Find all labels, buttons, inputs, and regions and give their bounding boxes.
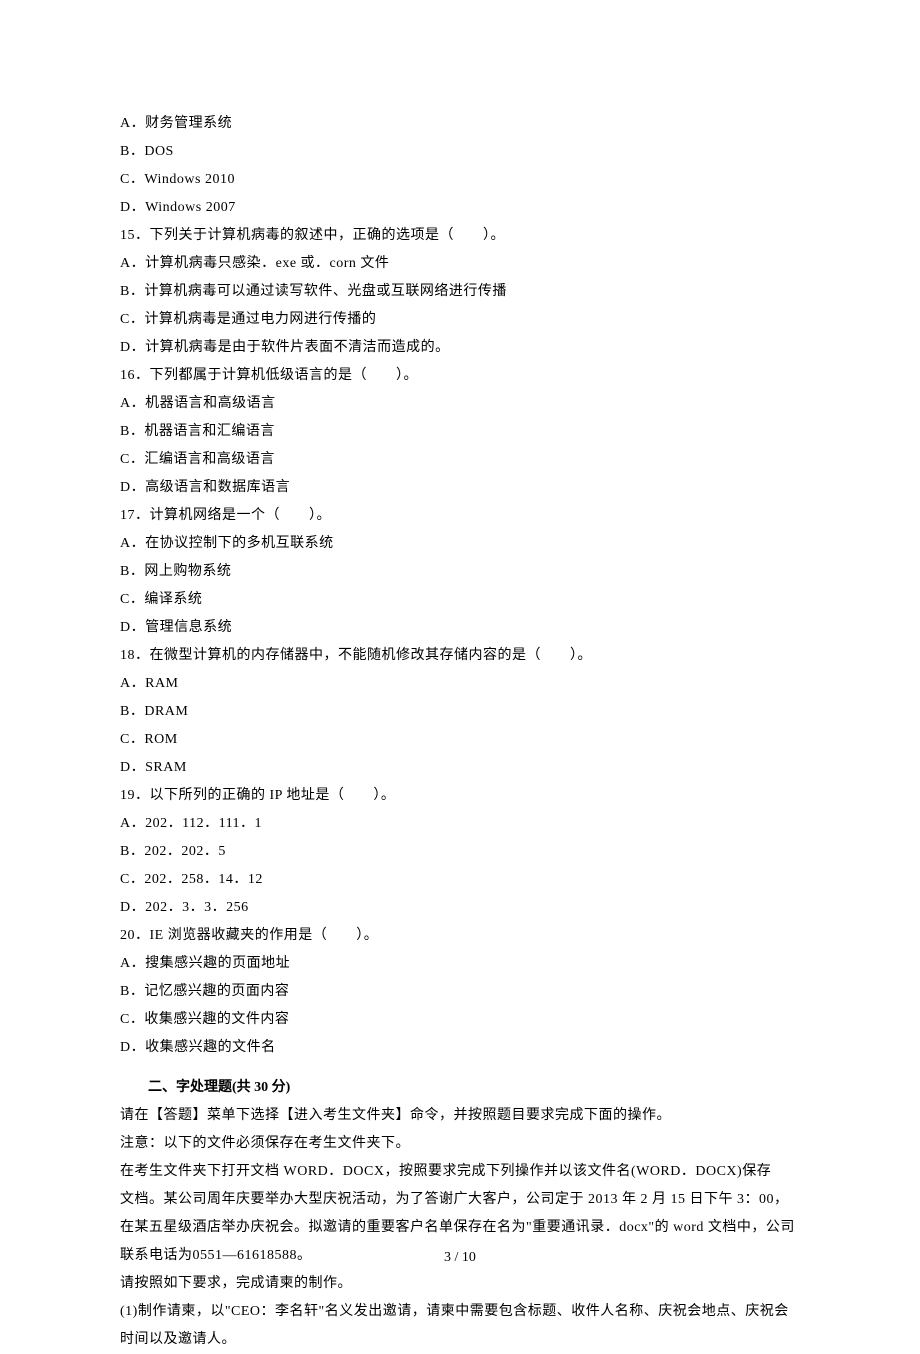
paragraph-line: 注意：以下的文件必须保存在考生文件夹下。 — [120, 1130, 800, 1158]
body-line: A．计算机病毒只感染．exe 或．corn 文件 — [120, 250, 800, 278]
body-line: D．Windows 2007 — [120, 194, 800, 222]
body-line: 19．以下所列的正确的 IP 地址是（ ）。 — [120, 782, 800, 810]
body-line: D．202．3．3．256 — [120, 894, 800, 922]
body-line: A．202．112．111．1 — [120, 810, 800, 838]
body-line: B．DOS — [120, 138, 800, 166]
body-line: D．计算机病毒是由于软件片表面不清洁而造成的。 — [120, 334, 800, 362]
body-line: C．汇编语言和高级语言 — [120, 446, 800, 474]
paragraph-line: 请按照如下要求，完成请柬的制作。 — [120, 1270, 800, 1298]
body-line: B．计算机病毒可以通过读写软件、光盘或互联网络进行传播 — [120, 278, 800, 306]
body-line: D．管理信息系统 — [120, 614, 800, 642]
body-line: 17．计算机网络是一个（ ）。 — [120, 502, 800, 530]
paragraph-line: 在考生文件夹下打开文档 WORD．DOCX，按照要求完成下列操作并以该文件名(W… — [120, 1158, 800, 1186]
body-line: B．机器语言和汇编语言 — [120, 418, 800, 446]
body-line: B．202．202．5 — [120, 838, 800, 866]
body-line: D．收集感兴趣的文件名 — [120, 1034, 800, 1062]
body-line: 15．下列关于计算机病毒的叙述中，正确的选项是（ ）。 — [120, 222, 800, 250]
body-line: B．DRAM — [120, 698, 800, 726]
exam-body-content: A．财务管理系统 B．DOS C．Windows 2010 D．Windows … — [120, 110, 800, 1354]
body-line: A．搜集感兴趣的页面地址 — [120, 950, 800, 978]
body-line: C．202．258．14．12 — [120, 866, 800, 894]
body-line: C．Windows 2010 — [120, 166, 800, 194]
body-line: A．在协议控制下的多机互联系统 — [120, 530, 800, 558]
body-line: B．网上购物系统 — [120, 558, 800, 586]
body-line: C．计算机病毒是通过电力网进行传播的 — [120, 306, 800, 334]
body-line: C．编译系统 — [120, 586, 800, 614]
body-line: A．机器语言和高级语言 — [120, 390, 800, 418]
body-line: D．SRAM — [120, 754, 800, 782]
body-line: C．ROM — [120, 726, 800, 754]
body-line: 20．IE 浏览器收藏夹的作用是（ ）。 — [120, 922, 800, 950]
body-line: B．记忆感兴趣的页面内容 — [120, 978, 800, 1006]
paragraph-line: 请在【答题】菜单下选择【进入考生文件夹】命令，并按照题目要求完成下面的操作。 — [120, 1102, 800, 1130]
body-line: 16．下列都属于计算机低级语言的是（ ）。 — [120, 362, 800, 390]
body-line: A．RAM — [120, 670, 800, 698]
body-line: A．财务管理系统 — [120, 110, 800, 138]
body-line: C．收集感兴趣的文件内容 — [120, 1006, 800, 1034]
body-line: D．高级语言和数据库语言 — [120, 474, 800, 502]
page-number: 3 / 10 — [0, 1244, 920, 1272]
body-line: 18．在微型计算机的内存储器中，不能随机修改其存储内容的是（ ）。 — [120, 642, 800, 670]
paragraph-line: (1)制作请柬，以"CEO：李名轩"名义发出邀请，请柬中需要包含标题、收件人名称… — [120, 1298, 800, 1354]
section-title: 二、字处理题(共 30 分) — [120, 1074, 800, 1102]
